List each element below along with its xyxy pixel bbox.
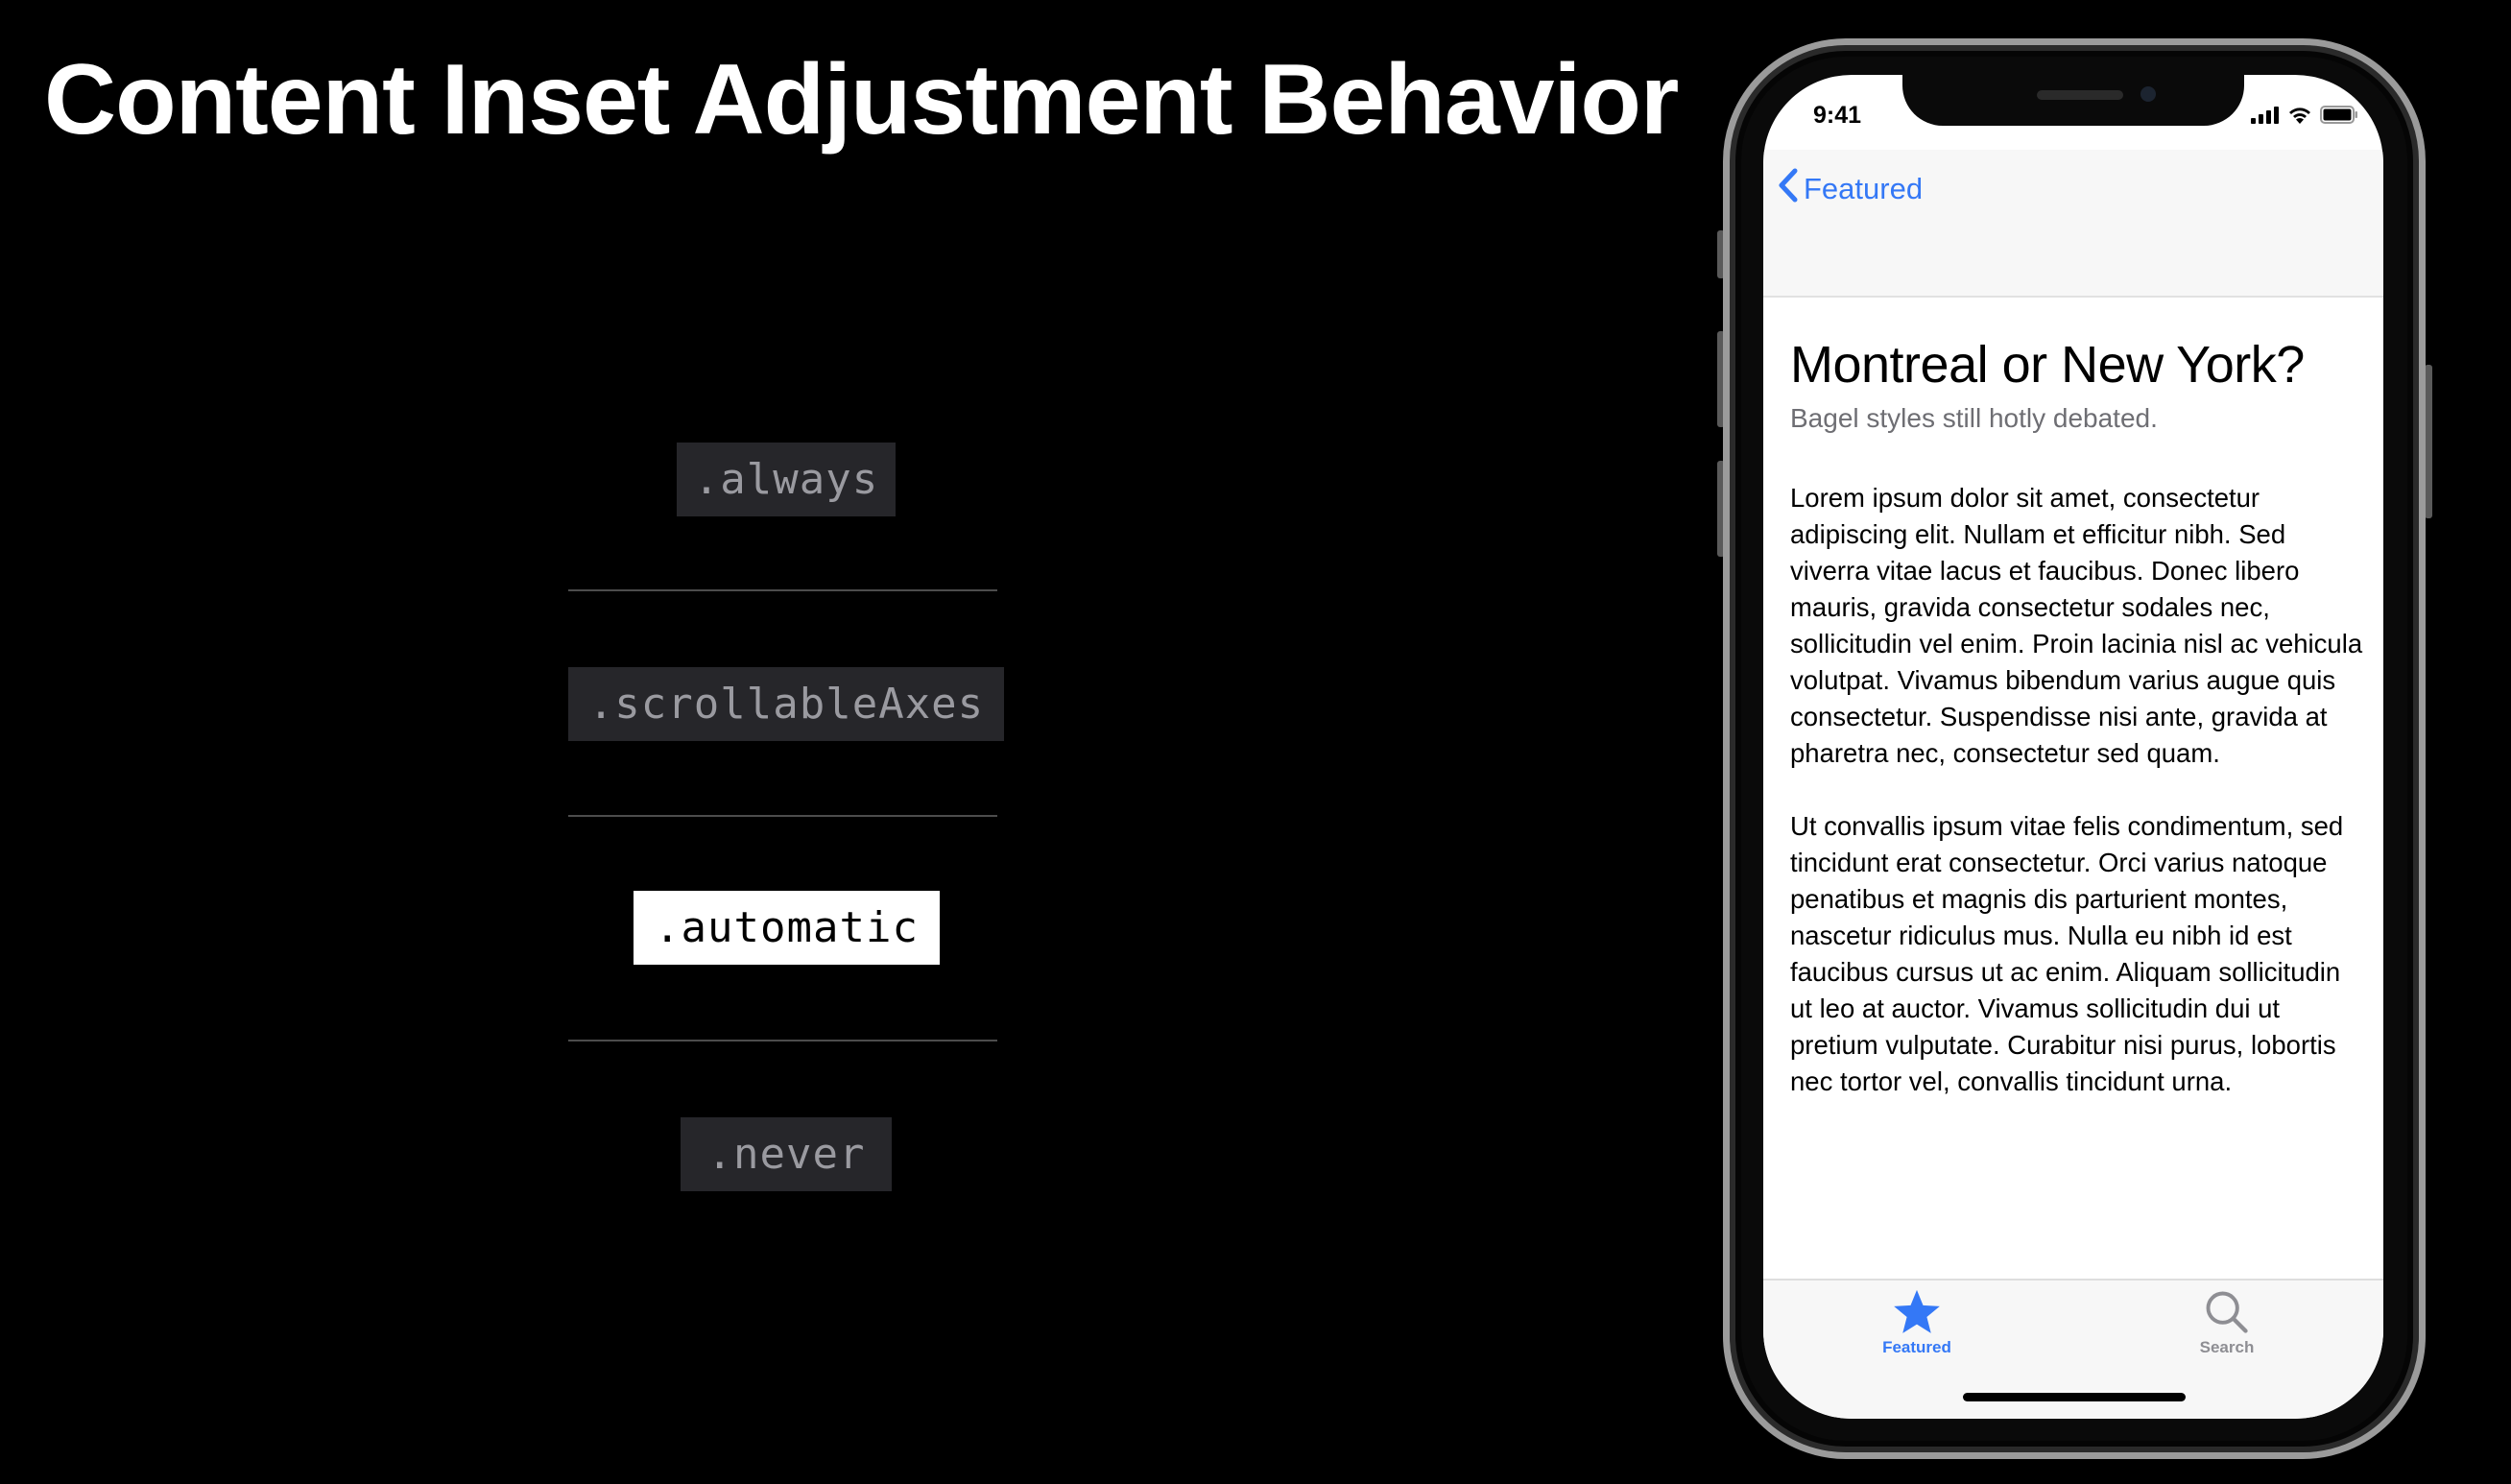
tab-featured[interactable]: Featured <box>1840 1288 1994 1357</box>
option-automatic: .automatic <box>634 891 940 965</box>
back-button[interactable]: Featured <box>1777 165 1923 213</box>
wifi-icon <box>2287 106 2312 129</box>
status-bar-time: 9:41 <box>1813 102 1862 129</box>
article-body: Lorem ipsum dolor sit amet, consectetur … <box>1790 480 2366 1100</box>
option-always: .always <box>677 443 896 516</box>
slide-title: Content Inset Adjustment Behavior <box>44 44 1679 156</box>
chevron-left-icon <box>1777 168 1804 210</box>
tab-search[interactable]: Search <box>2150 1288 2304 1357</box>
front-camera <box>2140 86 2156 102</box>
magnifying-glass-icon <box>2150 1288 2304 1336</box>
phone-side-button <box>2425 365 2432 518</box>
article-title: Montreal or New York? <box>1790 336 2305 394</box>
star-icon <box>1840 1288 1994 1336</box>
tab-featured-label: Featured <box>1882 1338 1951 1356</box>
article: Montreal or New York? Bagel styles still… <box>1790 334 2366 1137</box>
status-bar-icons <box>2251 106 2358 129</box>
phone-notch <box>1902 75 2244 126</box>
signal-icon <box>2251 106 2280 129</box>
home-indicator[interactable] <box>1963 1393 2186 1401</box>
divider <box>568 1040 997 1041</box>
option-scrollable-axes: .scrollableAxes <box>568 667 1004 741</box>
battery-icon <box>2320 106 2358 129</box>
article-paragraph: Ut convallis ipsum vitae felis condiment… <box>1790 811 2344 1096</box>
phone-screen: 9:41 Featured Montreal or New York? Bage… <box>1763 75 2383 1419</box>
back-button-label: Featured <box>1804 172 1924 205</box>
speaker-grille <box>2037 90 2123 100</box>
option-never: .never <box>681 1117 892 1191</box>
article-paragraph: Lorem ipsum dolor sit amet, consectetur … <box>1790 483 2363 768</box>
article-subtitle: Bagel styles still hotly debated. <box>1790 403 2158 433</box>
divider <box>568 589 997 591</box>
tab-search-label: Search <box>2199 1338 2255 1356</box>
divider <box>568 815 997 817</box>
